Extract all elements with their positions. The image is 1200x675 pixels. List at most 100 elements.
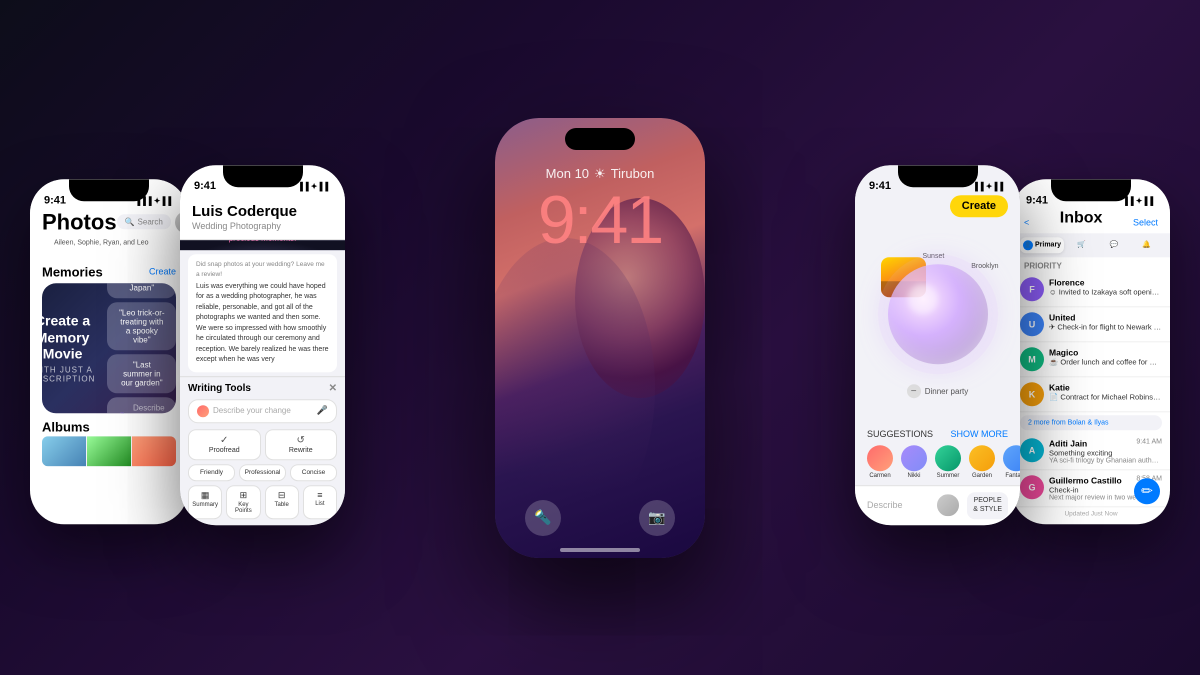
phone-writing-tools: 9:41 ▐▐ ✦ ▌▌ Luis Coderque Wedding Photo…: [180, 165, 345, 525]
avatar-summer[interactable]: Summer: [935, 446, 961, 480]
proofread-btn[interactable]: ✓ Proofread: [188, 429, 261, 460]
mail-time-aditi: 9:41 AM: [1136, 438, 1162, 448]
mail-select-btn[interactable]: Select: [1133, 217, 1158, 227]
mail-tab-messages[interactable]: 💬: [1099, 237, 1130, 253]
professional-btn[interactable]: Professional: [239, 464, 286, 481]
memory-describe-input[interactable]: 🔮 Describe a Memory...: [107, 397, 176, 413]
status-icons-pg: ▐▐ ✦ ▌▌: [972, 182, 1006, 191]
memory-chip-1[interactable]: "Everything we ate in Japan": [107, 283, 176, 299]
phone-mail: 9:41 ▐▐ ✦ ▌▌ < Inbox Select 👤 Primary 🛒 …: [1012, 179, 1170, 524]
key-points-btn[interactable]: ⊞ Key Points: [226, 485, 260, 519]
mail-sender-aditi: Aditi Jain: [1049, 438, 1087, 448]
mail-subject-magico: ☕ Order lunch and coffee for Neeta's 12 …: [1049, 357, 1162, 366]
mail-preview-aditi: YA sci-fi trilogy by Ghanaian author, Lo…: [1049, 457, 1162, 464]
lock-screen-content: Mon 10 ☀ Tirubon 9:41: [495, 118, 705, 558]
pg-people-style-btn[interactable]: PEOPLE & STYLE: [967, 493, 1008, 519]
people-tags: Aileen, Sophie, Ryan, and Leo: [54, 239, 149, 246]
rewrite-btn[interactable]: ↺ Rewrite: [265, 429, 338, 460]
avatar-garden-label: Garden: [972, 474, 992, 480]
photos-search[interactable]: 🔍 Search: [117, 214, 171, 229]
show-more-btn[interactable]: SHOW MORE: [951, 430, 1009, 440]
mail-item-aditi[interactable]: A Aditi Jain 9:41 AM Something exciting …: [1012, 433, 1170, 470]
wt-close-btn[interactable]: ✕: [329, 383, 337, 394]
mail-sender-magico: Magico: [1049, 347, 1162, 357]
table-icon: ⊟: [268, 490, 296, 501]
pg-minus-btn[interactable]: −: [907, 385, 921, 399]
friendly-btn[interactable]: Friendly: [188, 464, 235, 481]
mail-subject-united: ✈ Check-in for flight to Newark EWR from…: [1049, 322, 1162, 331]
mail-tab-notifications[interactable]: 🔔: [1131, 237, 1162, 253]
avatar-garden[interactable]: Garden: [969, 446, 995, 480]
avatar-carmen[interactable]: Carmen: [867, 446, 893, 480]
wt-review-text: Did snap photos at your wedding? Leave m…: [188, 254, 337, 372]
pg-describe-input[interactable]: Describe: [867, 501, 929, 511]
playground-screen: 9:41 ▐▐ ✦ ▌▌ Create Sunset Brooklyn: [855, 165, 1020, 525]
mail-item-magico[interactable]: M Magico ☕ Order lunch and coffee for Ne…: [1012, 342, 1170, 377]
mail-avatar-magico: M: [1020, 347, 1044, 371]
mail-avatar-katie: K: [1020, 382, 1044, 406]
wt-describe-input[interactable]: Describe your change 🎤: [188, 399, 337, 423]
mail-item-florence[interactable]: F Florence ☺ Invited to Izakaya soft ope…: [1012, 272, 1170, 307]
status-icons-wt: ▐▐ ✦ ▌▌: [297, 182, 331, 191]
memory-chip-2[interactable]: "Leo trick-or-treating with a spooky vib…: [107, 302, 176, 350]
wt-tone-buttons: Friendly Professional Concise: [188, 464, 337, 481]
mail-tabs: 👤 Primary 🛒 💬 🔔: [1012, 233, 1170, 257]
mail-back-btn[interactable]: <: [1024, 217, 1029, 227]
avatar-nikki[interactable]: Nikki: [901, 446, 927, 480]
summary-icon: ▦: [191, 490, 219, 501]
mail-sender-guillermo: Guillermo Castillo: [1049, 475, 1122, 485]
memories-card[interactable]: Create a Memory Movie WITH JUST A DESCRI…: [42, 283, 176, 413]
mail-screen: 9:41 ▐▐ ✦ ▌▌ < Inbox Select 👤 Primary 🛒 …: [1012, 179, 1170, 524]
wt-hero-image: Carefully capturing your precious moment…: [180, 240, 345, 251]
dynamic-island: [565, 128, 635, 150]
table-btn[interactable]: ⊟ Table: [265, 485, 299, 519]
concise-btn[interactable]: Concise: [290, 464, 337, 481]
pg-orb: [888, 265, 988, 365]
status-time: 9:41: [44, 194, 66, 206]
memory-orb-icon: 🔮: [117, 412, 127, 413]
photos-screen: 9:41 ▐▐▐ ✦ ▌▌ Photos 🔍 Search: [30, 179, 188, 524]
mail-content-katie: Katie 📄 Contract for Michael Robinson's …: [1049, 382, 1162, 401]
avatar-fantasy[interactable]: Fantasy: [1003, 446, 1020, 480]
mail-item-united[interactable]: U United ✈ Check-in for flight to Newark…: [1012, 307, 1170, 342]
scene: 9:41 ▐▐▐ ✦ ▌▌ Photos 🔍 Search: [0, 0, 1200, 675]
mail-tab-shopping[interactable]: 🛒: [1066, 237, 1097, 253]
status-time-wt: 9:41: [194, 180, 216, 192]
mail-compose-btn[interactable]: ✏: [1134, 478, 1160, 504]
mail-more-btn[interactable]: 2 more from Bolan & Ilyas: [1020, 415, 1162, 430]
flashlight-icon: 🔦: [534, 509, 551, 526]
status-time-pg: 9:41: [869, 180, 891, 192]
mail-tab-primary[interactable]: 👤 Primary: [1020, 237, 1064, 253]
phone-lock-screen: Mon 10 ☀ Tirubon 9:41 🔦 📷: [495, 118, 705, 558]
home-indicator: [560, 548, 640, 552]
pg-user-avatar: [935, 493, 961, 519]
wt-mic-icon[interactable]: 🎤: [317, 405, 328, 416]
pg-image-area: Sunset Brooklyn: [873, 250, 1003, 380]
wt-input-placeholder: Describe your change: [213, 406, 313, 415]
pg-canvas: Sunset Brooklyn − Dinner party: [855, 225, 1020, 424]
wt-tools-title: Writing Tools ✕: [188, 383, 337, 394]
flashlight-btn[interactable]: 🔦: [525, 500, 561, 536]
dinner-party-label: Dinner party: [925, 387, 969, 396]
orb-highlight: [908, 285, 938, 315]
camera-btn[interactable]: 📷: [639, 500, 675, 536]
wt-format-buttons: ▦ Summary ⊞ Key Points ⊟ Table ≡: [188, 485, 337, 519]
lock-date: Mon 10 ☀ Tirubon: [546, 166, 655, 182]
status-time-mail: 9:41: [1026, 194, 1048, 206]
user-subtitle: Wedding Photography: [192, 221, 333, 231]
mail-sender-florence: Florence: [1049, 277, 1162, 287]
phone-photos: 9:41 ▐▐▐ ✦ ▌▌ Photos 🔍 Search: [30, 179, 188, 524]
tagline-line2: precious moments.: [229, 240, 297, 243]
list-icon: ≡: [306, 490, 334, 500]
mail-item-katie[interactable]: K Katie 📄 Contract for Michael Robinson'…: [1012, 377, 1170, 412]
avatar-summer-img: [935, 446, 961, 472]
memories-label: Memories: [42, 264, 103, 279]
summary-btn[interactable]: ▦ Summary: [188, 485, 222, 519]
memory-chip-3[interactable]: "Last summer in our garden": [107, 354, 176, 393]
notch-pg: [898, 165, 978, 187]
wt-tools-panel: Writing Tools ✕ Describe your change 🎤 ✓…: [180, 376, 345, 525]
mail-content-united: United ✈ Check-in for flight to Newark E…: [1049, 312, 1162, 331]
list-btn[interactable]: ≡ List: [303, 485, 337, 519]
mail-header-aditi: Aditi Jain 9:41 AM: [1049, 438, 1162, 448]
create-memories-btn[interactable]: Create: [149, 266, 176, 276]
